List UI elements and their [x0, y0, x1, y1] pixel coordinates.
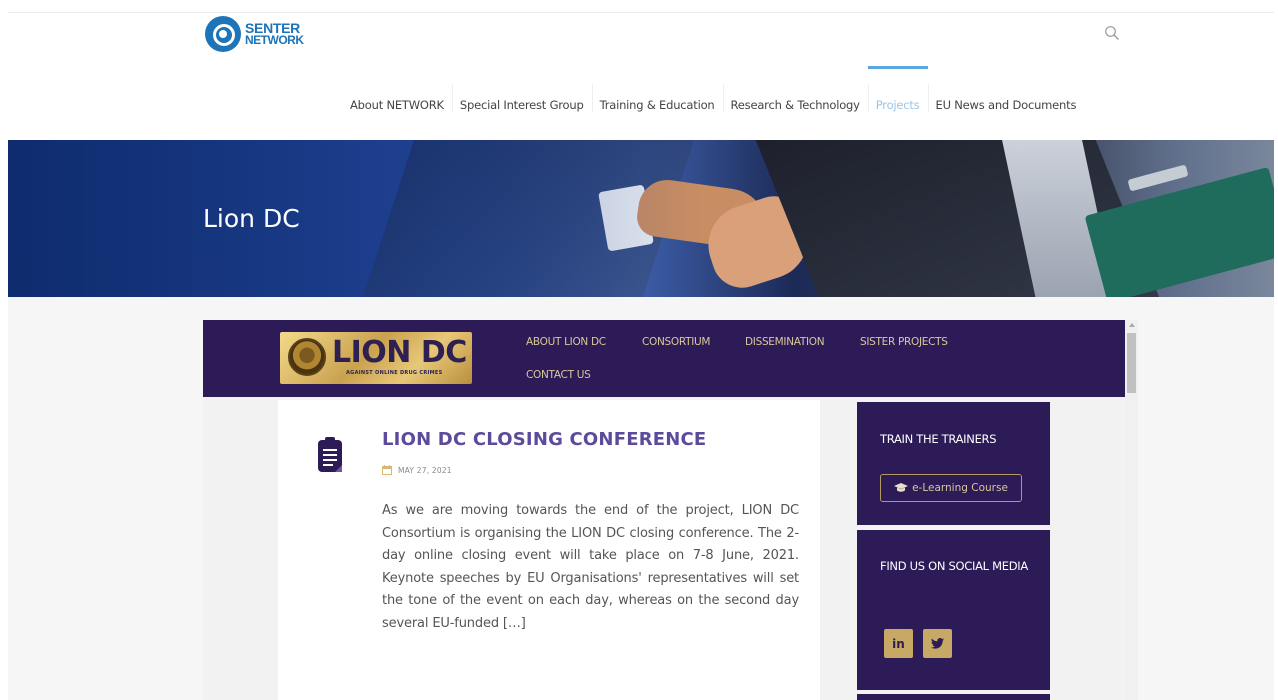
- nav-item-projects[interactable]: Projects: [867, 66, 928, 120]
- globe-icon: [205, 16, 241, 52]
- logo-line2: NETWORK: [245, 33, 304, 47]
- calendar-icon: [382, 465, 392, 475]
- top-divider: [8, 12, 1274, 13]
- hero-banner: Lion DC: [8, 140, 1274, 297]
- site-logo[interactable]: SENTER NETWORK: [205, 16, 304, 52]
- lion-nav-contact[interactable]: CONTACT US: [526, 369, 591, 381]
- scrollbar-thumb[interactable]: [1127, 333, 1136, 393]
- lion-nav-consortium[interactable]: CONSORTIUM: [642, 336, 710, 348]
- linkedin-icon[interactable]: in: [884, 629, 913, 658]
- lion-nav-sister-projects[interactable]: SISTER PROJECTS: [860, 336, 948, 348]
- nav-item-eu-news-documents[interactable]: EU News and Documents: [927, 66, 1085, 120]
- hero-overlay: [8, 140, 1274, 297]
- main-nav: About NETWORK Special Interest Group Tra…: [342, 66, 1084, 120]
- lion-logo-name: LION DC: [332, 335, 467, 370]
- widget-train-the-trainers: TRAIN THE TRAINERS e-Learning Course: [857, 402, 1050, 525]
- logo-text: SENTER NETWORK: [245, 21, 304, 47]
- project-frame: LION DC AGAINST ONLINE DRUG CRIMES ABOUT…: [203, 320, 1138, 700]
- nav-item-special-interest-group[interactable]: Special Interest Group: [451, 66, 592, 120]
- widget-title-train: TRAIN THE TRAINERS: [880, 432, 997, 446]
- lion-logo-tagline: AGAINST ONLINE DRUG CRIMES: [346, 370, 443, 376]
- nav-item-training-education[interactable]: Training & Education: [591, 66, 723, 120]
- nav-item-about-network[interactable]: About NETWORK: [342, 66, 452, 120]
- lion-header: LION DC AGAINST ONLINE DRUG CRIMES ABOUT…: [203, 320, 1125, 397]
- post-excerpt: As we are moving towards the end of the …: [382, 503, 799, 631]
- lion-dc-logo[interactable]: LION DC AGAINST ONLINE DRUG CRIMES: [280, 332, 472, 384]
- twitter-icon[interactable]: [923, 629, 952, 658]
- post-date: MAY 27, 2021: [398, 466, 452, 475]
- widget-next: [857, 694, 1050, 700]
- page-title: Lion DC: [203, 204, 300, 233]
- scroll-up-arrow-icon[interactable]: [1129, 323, 1135, 327]
- lion-emblem-icon: [288, 338, 326, 376]
- document-icon: [318, 437, 342, 472]
- twitter-bird-icon: [931, 638, 944, 649]
- widget-title-social: FIND US ON SOCIAL MEDIA: [880, 559, 1028, 573]
- elearning-course-button[interactable]: e-Learning Course: [880, 474, 1022, 502]
- search-icon[interactable]: [1104, 25, 1120, 41]
- frame-scrollbar[interactable]: [1125, 320, 1138, 700]
- elearning-course-label: e-Learning Course: [912, 482, 1008, 494]
- widget-social-media: FIND US ON SOCIAL MEDIA in: [857, 530, 1050, 690]
- post-card: LION DC CLOSING CONFERENCE MAY 27, 2021 …: [278, 400, 820, 700]
- lion-nav-dissemination[interactable]: DISSEMINATION: [745, 336, 825, 348]
- nav-item-research-technology[interactable]: Research & Technology: [722, 66, 868, 120]
- post-title[interactable]: LION DC CLOSING CONFERENCE: [382, 429, 706, 450]
- lion-nav-about[interactable]: ABOUT LION DC: [526, 336, 606, 348]
- graduation-cap-icon: [894, 483, 909, 492]
